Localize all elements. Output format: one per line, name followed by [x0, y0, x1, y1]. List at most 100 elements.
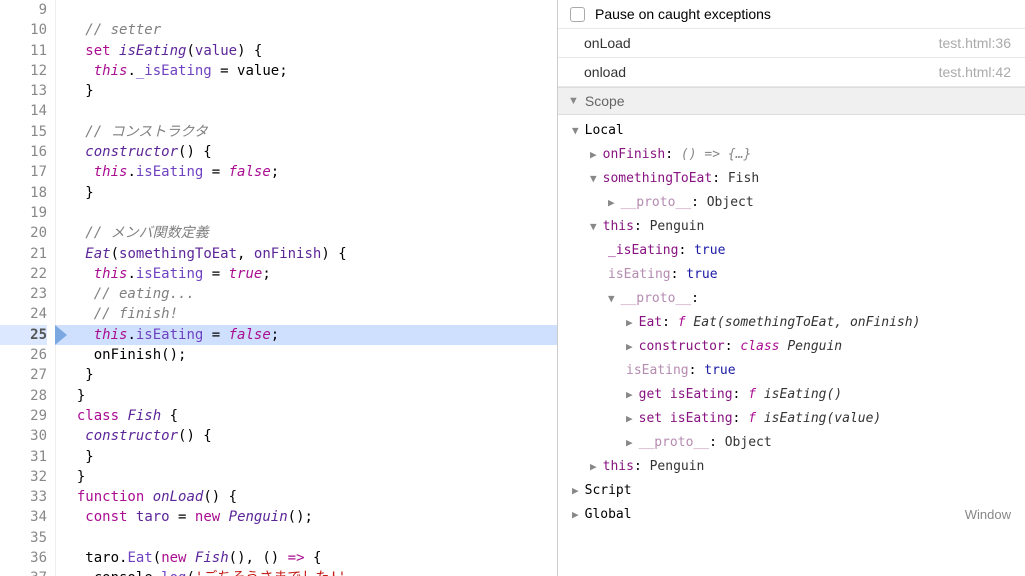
line-number[interactable]: 32	[0, 467, 47, 487]
scope-property[interactable]: get isEating: f isEating()	[564, 383, 1025, 407]
line-number[interactable]: 29	[0, 406, 47, 426]
line-number[interactable]: 14	[0, 101, 47, 121]
code-line[interactable]: }	[56, 386, 557, 406]
code-line[interactable]: this.isEating = false;	[56, 162, 557, 182]
line-number[interactable]: 30	[0, 426, 47, 446]
line-number[interactable]: 27	[0, 365, 47, 385]
line-number[interactable]: 24	[0, 304, 47, 324]
property-value: Fish	[728, 171, 759, 186]
line-number[interactable]: 12	[0, 61, 47, 81]
line-number[interactable]: 33	[0, 487, 47, 507]
chevron-right-icon	[590, 455, 597, 479]
line-number[interactable]: 15	[0, 122, 47, 142]
code-line[interactable]: set isEating(value) {	[56, 41, 557, 61]
code-line[interactable]: }	[56, 447, 557, 467]
scope-property[interactable]: __proto__: Object	[564, 191, 1025, 215]
line-number-gutter[interactable]: 9101112131415161718192021222324252627282…	[0, 0, 56, 576]
line-number[interactable]: 17	[0, 162, 47, 182]
code-line[interactable]	[56, 203, 557, 223]
scope-group-global[interactable]: GlobalWindow	[564, 503, 1025, 527]
line-number[interactable]: 22	[0, 264, 47, 284]
property-name: onFinish	[603, 147, 666, 162]
line-number[interactable]: 10	[0, 20, 47, 40]
code-line[interactable]: }	[56, 365, 557, 385]
scope-property[interactable]: constructor: class Penguin	[564, 335, 1025, 359]
code-line[interactable]: Eat(somethingToEat, onFinish) {	[56, 244, 557, 264]
chevron-right-icon	[572, 503, 579, 527]
code-line[interactable]: }	[56, 467, 557, 487]
scope-property[interactable]: Eat: f Eat(somethingToEat, onFinish)	[564, 311, 1025, 335]
line-number[interactable]: 18	[0, 183, 47, 203]
frame-location: test.html:36	[939, 35, 1011, 51]
code-line[interactable]	[56, 0, 557, 20]
scope-property[interactable]: __proto__:	[564, 287, 1025, 311]
pause-on-caught-checkbox[interactable]	[570, 7, 585, 22]
code-line[interactable]: }	[56, 183, 557, 203]
line-number[interactable]: 31	[0, 447, 47, 467]
code-line[interactable]: console log('ごちそうさまでした!'	[56, 568, 557, 576]
property-name: somethingToEat	[603, 171, 713, 186]
scope-property[interactable]: isEating: true	[564, 359, 1025, 383]
line-number[interactable]: 23	[0, 284, 47, 304]
line-number[interactable]: 36	[0, 548, 47, 568]
scope-group-script[interactable]: Script	[564, 479, 1025, 503]
line-number[interactable]: 35	[0, 528, 47, 548]
line-number[interactable]: 20	[0, 223, 47, 243]
line-number[interactable]: 26	[0, 345, 47, 365]
scope-title: Scope	[585, 93, 625, 109]
scope-property[interactable]: this: Penguin	[564, 455, 1025, 479]
line-number[interactable]: 28	[0, 386, 47, 406]
property-value: true	[686, 267, 717, 282]
chevron-right-icon	[626, 431, 633, 455]
code-line[interactable]: taro.Eat(new Fish(), () => {	[56, 548, 557, 568]
line-number[interactable]: 19	[0, 203, 47, 223]
line-number[interactable]: 11	[0, 41, 47, 61]
scope-property[interactable]: set isEating: f isEating(value)	[564, 407, 1025, 431]
code-line[interactable]: this.isEating = false;	[56, 325, 557, 345]
property-value: Penguin	[650, 459, 705, 474]
scope-property[interactable]: isEating: true	[564, 263, 1025, 287]
pause-on-caught-row[interactable]: Pause on caught exceptions	[558, 0, 1025, 29]
scope-property[interactable]: this: Penguin	[564, 215, 1025, 239]
call-stack-frame[interactable]: onLoadtest.html:36	[558, 29, 1025, 58]
chevron-right-icon	[608, 191, 615, 215]
code-line[interactable]: constructor() {	[56, 142, 557, 162]
property-name: constructor	[639, 339, 725, 354]
line-number[interactable]: 16	[0, 142, 47, 162]
code-line[interactable]: function onLoad() {	[56, 487, 557, 507]
scope-property[interactable]: __proto__: Object	[564, 431, 1025, 455]
scope-property[interactable]: _isEating: true	[564, 239, 1025, 263]
property-value: true	[694, 243, 725, 258]
scope-property[interactable]: somethingToEat: Fish	[564, 167, 1025, 191]
scope-group-local[interactable]: Local	[564, 119, 1025, 143]
code-line[interactable]: }	[56, 81, 557, 101]
code-line[interactable]: // finish!	[56, 304, 557, 324]
code-line[interactable]	[56, 101, 557, 121]
line-number[interactable]: 9	[0, 0, 47, 20]
property-name: isEating	[608, 267, 671, 282]
call-stack-frame[interactable]: onloadtest.html:42	[558, 58, 1025, 87]
code-line[interactable]: // setter	[56, 20, 557, 40]
code-line[interactable]: this.isEating = true;	[56, 264, 557, 284]
line-number[interactable]: 34	[0, 507, 47, 527]
code-line[interactable]: // メンバ関数定義	[56, 223, 557, 243]
property-name: isEating	[626, 363, 689, 378]
line-number[interactable]: 21	[0, 244, 47, 264]
code-line[interactable]: this._isEating = value;	[56, 61, 557, 81]
line-number[interactable]: 13	[0, 81, 47, 101]
code-line[interactable]: onFinish();	[56, 345, 557, 365]
scope-header[interactable]: Scope	[558, 87, 1025, 115]
scope-property[interactable]: onFinish: () => {…}	[564, 143, 1025, 167]
code-line[interactable]: // コンストラクタ	[56, 122, 557, 142]
property-value: Object	[707, 195, 754, 210]
code-line[interactable]	[56, 528, 557, 548]
line-number[interactable]: 25	[0, 325, 47, 345]
line-number[interactable]: 37	[0, 568, 47, 576]
code-line[interactable]: constructor() {	[56, 426, 557, 446]
code-line[interactable]: // eating...	[56, 284, 557, 304]
code-line[interactable]: class Fish {	[56, 406, 557, 426]
code-area[interactable]: // setter set isEating(value) { this._is…	[56, 0, 557, 576]
property-value: () => {…}	[681, 147, 751, 162]
chevron-down-icon	[590, 167, 597, 191]
code-line[interactable]: const taro = new Penguin();	[56, 507, 557, 527]
